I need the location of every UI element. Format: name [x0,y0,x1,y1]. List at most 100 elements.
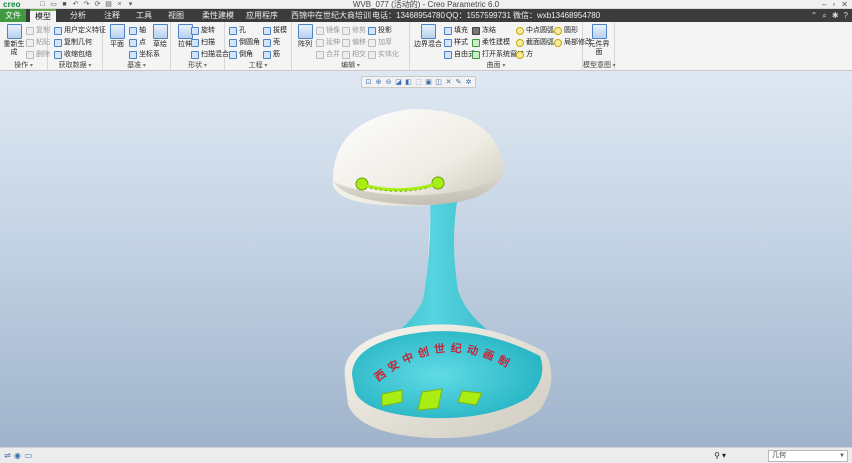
boundary-blend-button[interactable]: 边界混合 [414,24,442,49]
search-icon[interactable]: ⌕ [822,11,826,21]
ribbon: 重新生成 复制 粘贴 删除 操作 用户定义特征 复制几何 收缩包络 获取数据 平… [0,22,852,71]
offset-icon [342,38,350,47]
group-label-get-data[interactable]: 获取数据 [48,60,102,70]
boundary-blend-icon [420,24,436,39]
draft-icon [263,26,271,35]
user-defined-feature-button[interactable]: 用户定义特征 [54,26,106,35]
extend-button[interactable]: 延伸 [316,38,340,47]
axis-icon [129,26,137,35]
shell-icon [263,38,271,47]
group-shapes: 拉伸 旋转 扫描 扫描混合 形状 [171,22,229,71]
perimeter-button[interactable]: 圆形 [554,26,578,35]
swept-blend-button[interactable]: 扫描混合 [191,50,229,59]
revolve-button[interactable]: 旋转 [191,26,215,35]
point-button[interactable]: 点 [129,38,146,47]
merge-button[interactable]: 合并 [316,50,340,59]
delete-icon [26,50,34,59]
extend-icon [316,38,324,47]
shrinkwrap-button[interactable]: 收缩包络 [54,50,92,59]
help-icon[interactable]: ? [844,11,848,21]
group-label-engineering[interactable]: 工程 [225,60,291,70]
point-icon [129,38,137,47]
tab-model[interactable]: 模型 [30,9,56,22]
minimize-icon[interactable]: – [822,0,826,9]
plane-button[interactable]: 平面 [104,24,130,49]
copy-geometry-button[interactable]: 复制几何 [54,38,92,47]
minimize-ribbon-icon[interactable]: ⌃ [811,11,818,21]
midpoint-arc-button[interactable]: 中点圆弧 [516,26,554,35]
mirror-button[interactable]: 镜像 [316,26,340,35]
draft-button[interactable]: 拔模 [263,26,287,35]
group-label-shapes[interactable]: 形状 [171,60,224,70]
fill-button[interactable]: 填充 [444,26,468,35]
find-icon: ⚲ [714,451,720,460]
tab-flexible-modeling[interactable]: 柔性建模 [200,9,236,22]
freestyle-button[interactable]: 自由式 [444,50,475,59]
close-window-icon[interactable]: ✕ [841,0,848,9]
tab-file[interactable]: 文件 [0,9,26,22]
rib-button[interactable]: 筋 [263,50,280,59]
lamp-model[interactable]: 西安中创世纪动画制作 [0,71,852,447]
regenerate-icon [6,24,22,39]
settings-icon[interactable]: ✱ [832,11,839,21]
style-button[interactable]: 样式 [444,38,468,47]
full-screen-icon[interactable]: ▭ [24,451,33,460]
tab-annotate[interactable]: 注释 [102,9,122,22]
paste-button[interactable]: 粘贴 [26,38,50,47]
group-label-model-intent[interactable]: 模型意图 [583,60,614,70]
dome-light-left [355,177,369,191]
solidify-button[interactable]: 实体化 [368,50,399,59]
graphics-viewport[interactable]: ⊡ ⊕ ⊖ ◪ ◧ ⬚ ▣ ◫ ✕ ✎ ✲ 西安中创世纪动画制 [0,71,852,447]
flexible-button[interactable]: 柔性建模 [472,38,510,47]
dome-light-right [431,176,445,190]
hole-button[interactable]: 孔 [229,26,246,35]
group-label-editing[interactable]: 编辑 [292,60,409,70]
thicken-button[interactable]: 加厚 [368,38,392,47]
group-label-surfaces[interactable]: 曲面 [410,60,582,70]
group-label-datum[interactable]: 基准 [103,60,170,70]
tab-view[interactable]: 视图 [166,9,186,22]
section-arc-button[interactable]: 截面圆弧 [516,38,554,47]
tab-custom-training[interactable]: 西锦中在世纪大商培训 [289,9,373,22]
sweep-button[interactable]: 扫描 [191,38,215,47]
pattern-button[interactable]: 阵列 [292,24,318,49]
chamfer-button[interactable]: 倒角 [229,50,253,59]
shell-button[interactable]: 壳 [263,38,280,47]
tab-analysis[interactable]: 分析 [68,9,88,22]
tab-tools[interactable]: 工具 [134,9,154,22]
group-surfaces: 边界混合 填充 样式 自由式 冻结 柔性建模 打开系统窗口 中点圆弧 截面圆弧 … [410,22,592,71]
tab-applications[interactable]: 应用程序 [244,9,280,22]
local-modify-icon [554,38,562,47]
tab-wechat[interactable]: 微信：wxb13468954780 [511,9,602,22]
intersect-button[interactable]: 相交 [342,50,366,59]
coord-sys-button[interactable]: 坐标系 [129,50,160,59]
find-tool[interactable]: ⚲ ▾ [714,451,726,461]
trim-button[interactable]: 修剪 [342,26,366,35]
trim-icon [342,26,350,35]
browser-icon[interactable]: ◉ [13,451,22,460]
coord-sys-icon [129,50,137,59]
base-button-middle[interactable] [417,388,443,411]
navigator-icon[interactable]: ⇌ [3,451,12,460]
tab-qq[interactable]: QQ：1557599731 [444,9,513,22]
tab-phone[interactable]: 电话：13468954780 [370,9,447,22]
thicken-icon [368,38,376,47]
regenerate-button[interactable]: 重新生成 [1,24,27,57]
copy-geometry-icon [54,38,62,47]
offset-button[interactable]: 偏移 [342,38,366,47]
group-label-operations[interactable]: 操作 [0,60,47,70]
project-button[interactable]: 投影 [368,26,392,35]
maximize-icon[interactable]: ▫ [832,0,835,9]
freeze-button[interactable]: 冻结 [472,26,496,35]
component-interface-button[interactable]: 元件界面 [586,24,612,57]
square-button[interactable]: 方 [516,50,533,59]
solidify-icon [368,50,376,59]
copy-button[interactable]: 复制 [26,26,50,35]
round-button[interactable]: 倒圆角 [229,38,260,47]
selection-filter[interactable]: 几何 ▼ [768,450,848,462]
axis-button[interactable]: 轴 [129,26,146,35]
swept-blend-icon [191,50,199,59]
sketch-button[interactable]: 草绘 [147,24,173,49]
square-icon [516,50,524,59]
delete-button[interactable]: 删除 [26,50,50,59]
